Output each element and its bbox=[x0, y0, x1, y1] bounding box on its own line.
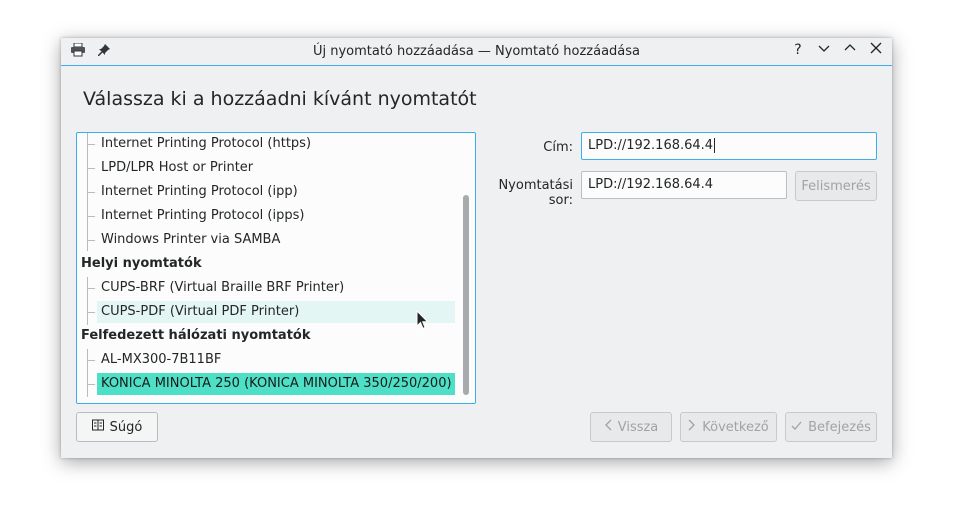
tree-branch-line bbox=[87, 277, 88, 325]
add-printer-window: Új nyomtató hozzáadása — Nyomtató hozzáa… bbox=[61, 38, 892, 458]
tree-branch-tick bbox=[87, 360, 95, 361]
back-button[interactable]: Vissza bbox=[590, 412, 672, 442]
tree-item-https[interactable]: Internet Printing Protocol (https) bbox=[97, 133, 455, 155]
finish-button[interactable]: Befejezés bbox=[785, 412, 877, 442]
address-field[interactable]: LPD://192.168.64.4 bbox=[581, 132, 877, 160]
tree-item-cups-brf[interactable]: CUPS-BRF (Virtual Braille BRF Printer) bbox=[97, 277, 455, 299]
help-book-icon bbox=[91, 419, 104, 435]
tree-item-konica[interactable]: KONICA MINOLTA 250 (KONICA MINOLTA 350/2… bbox=[97, 373, 455, 395]
minimize-icon[interactable] bbox=[818, 42, 830, 58]
mouse-cursor-icon bbox=[416, 310, 429, 330]
help-button[interactable]: Súgó bbox=[76, 412, 158, 442]
chevron-right-icon bbox=[688, 419, 696, 435]
probe-button-label: Felismerés bbox=[801, 178, 871, 194]
tree-scrollbar-thumb[interactable] bbox=[463, 195, 469, 395]
address-value: LPD://192.168.64.4 bbox=[588, 138, 714, 153]
tree-group-discovered[interactable]: Felfedezett hálózati nyomtatók bbox=[81, 325, 311, 347]
page-heading: Válassza ki a hozzáadni kívánt nyomtatót bbox=[83, 88, 477, 110]
tree-item-samba[interactable]: Windows Printer via SAMBA bbox=[97, 229, 455, 251]
text-caret bbox=[714, 138, 716, 153]
maximize-icon[interactable] bbox=[844, 42, 856, 58]
checkmark-icon bbox=[791, 420, 802, 435]
tree-item-al-mx300[interactable]: AL-MX300-7B11BF bbox=[97, 349, 455, 371]
close-icon[interactable] bbox=[870, 42, 882, 58]
window-title: Új nyomtató hozzáadása — Nyomtató hozzáa… bbox=[312, 44, 641, 59]
tree-branch-tick bbox=[87, 240, 95, 241]
help-icon[interactable]: ? bbox=[792, 42, 804, 58]
queue-value: LPD://192.168.64.4 bbox=[588, 177, 714, 192]
printer-tree[interactable]: Internet Printing Protocol (https) LPD/L… bbox=[76, 132, 476, 404]
tree-branch-tick bbox=[87, 312, 95, 313]
next-button-label: Következő bbox=[702, 419, 769, 435]
back-button-label: Vissza bbox=[617, 419, 659, 435]
help-button-label: Súgó bbox=[109, 419, 143, 435]
tree-item-ipp[interactable]: Internet Printing Protocol (ipp) bbox=[97, 181, 455, 203]
tree-branch-tick bbox=[87, 216, 95, 217]
queue-field[interactable]: LPD://192.168.64.4 bbox=[581, 171, 787, 199]
tree-group-local[interactable]: Helyi nyomtatók bbox=[81, 253, 202, 275]
next-button[interactable]: Következő bbox=[680, 412, 777, 442]
probe-button[interactable]: Felismerés bbox=[795, 171, 877, 201]
chevron-left-icon bbox=[604, 419, 612, 435]
tree-branch-tick bbox=[87, 192, 95, 193]
finish-button-label: Befejezés bbox=[808, 419, 871, 435]
address-label: Cím: bbox=[543, 140, 573, 155]
tree-branch-tick bbox=[87, 384, 95, 385]
tree-item-ipps[interactable]: Internet Printing Protocol (ipps) bbox=[97, 205, 455, 227]
tree-branch-tick bbox=[87, 144, 95, 145]
tree-scrollbar[interactable] bbox=[463, 135, 469, 401]
title-bar: Új nyomtató hozzáadása — Nyomtató hozzáa… bbox=[61, 38, 892, 66]
tree-branch-tick bbox=[87, 168, 95, 169]
tree-item-cups-pdf[interactable]: CUPS-PDF (Virtual PDF Printer) bbox=[97, 301, 455, 323]
tree-branch-line bbox=[87, 349, 88, 397]
tree-branch-tick bbox=[87, 288, 95, 289]
tree-item-lpd[interactable]: LPD/LPR Host or Printer bbox=[97, 157, 455, 179]
queue-label: Nyomtatási sor: bbox=[498, 178, 573, 208]
